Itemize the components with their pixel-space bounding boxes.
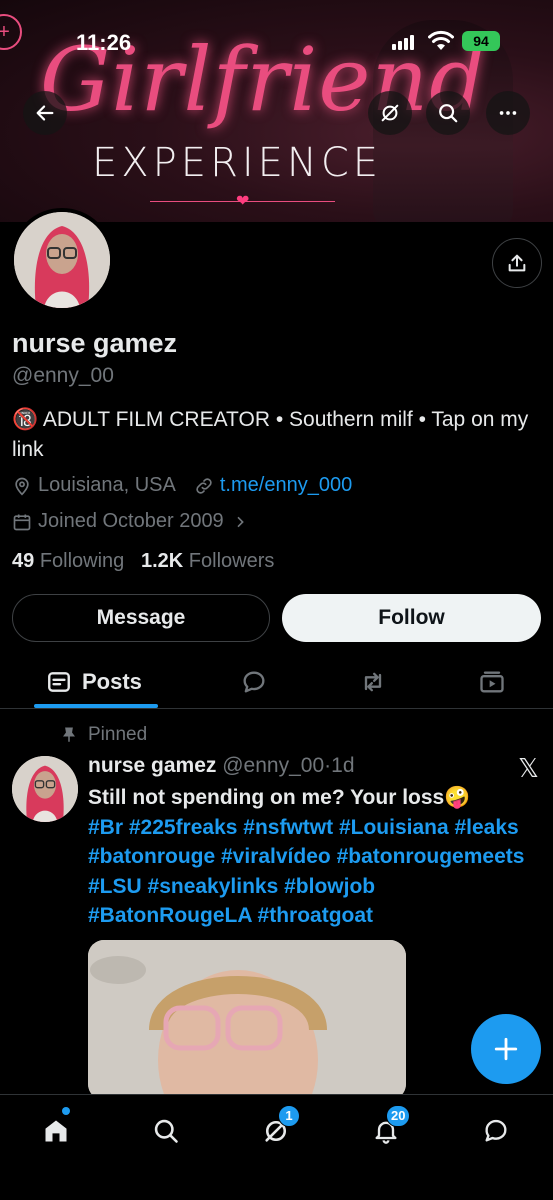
followers-link[interactable]: 1.2K Followers: [141, 550, 274, 572]
post-avatar[interactable]: [12, 756, 78, 822]
bottom-nav: 1 20: [0, 1094, 553, 1200]
more-icon: [499, 111, 517, 115]
profile-meta-row: Louisiana, USA t.me/enny_000: [12, 474, 352, 497]
following-label: Following: [39, 550, 125, 572]
grok-badge: 1: [278, 1105, 300, 1127]
share-icon: [508, 254, 526, 272]
calendar-icon: [13, 514, 31, 530]
more-button[interactable]: [486, 91, 530, 135]
grok-button[interactable]: [368, 91, 412, 135]
home-icon: [45, 1120, 67, 1142]
profile-stats: 49 Following 1.2K Followers: [12, 550, 274, 573]
search-icon: [154, 1119, 178, 1143]
battery-indicator: 94: [462, 31, 500, 51]
tab-posts[interactable]: Posts: [46, 660, 142, 704]
search-button[interactable]: [426, 91, 470, 135]
following-link[interactable]: 49 Following: [12, 550, 124, 572]
nav-home[interactable]: [36, 1107, 76, 1151]
search-icon: [439, 104, 458, 123]
profile-joined-row[interactable]: Joined October 2009: [12, 510, 248, 533]
pinned-text: Pinned: [88, 724, 148, 745]
posts-icon: [48, 672, 70, 692]
tab-reposts[interactable]: [358, 660, 388, 704]
profile-location: Louisiana, USA: [38, 474, 176, 496]
message-button[interactable]: Message: [12, 594, 270, 642]
replies-icon: [243, 671, 265, 693]
back-icon: [36, 105, 54, 121]
following-count: 49: [12, 550, 35, 572]
follow-button[interactable]: Follow: [282, 594, 541, 642]
nav-search[interactable]: [146, 1111, 186, 1151]
avatar[interactable]: [10, 208, 114, 312]
post-avatar-image: [12, 756, 78, 822]
home-notification-dot: [62, 1107, 70, 1115]
bio-text: ADULT FILM CREATOR • Southern milf • Tap…: [12, 408, 529, 461]
followers-label: Followers: [188, 550, 275, 572]
tab-replies[interactable]: [240, 660, 268, 704]
post-author-handle[interactable]: @enny_00: [222, 754, 324, 777]
notifications-badge: 20: [386, 1105, 411, 1127]
pin-icon: [63, 727, 75, 742]
profile-tabs: Posts: [0, 660, 553, 708]
profile-joined: Joined October 2009: [38, 510, 224, 532]
post-media-image: [88, 940, 406, 1100]
followers-count: 1.2K: [140, 550, 184, 572]
avatar-image: [14, 212, 110, 308]
share-button[interactable]: [492, 238, 542, 288]
link-icon: [196, 477, 212, 494]
profile-link[interactable]: t.me/enny_000: [220, 474, 352, 497]
nav-grok[interactable]: 1: [256, 1105, 300, 1151]
nav-notifications[interactable]: 20: [366, 1105, 411, 1151]
signal-icon: [392, 34, 414, 50]
status-bar: 11:26 94: [0, 22, 553, 62]
post-header: nurse gamez @enny_00·1d: [88, 754, 355, 778]
plus-icon: [494, 1037, 518, 1061]
profile-handle: @enny_00: [12, 364, 114, 387]
post-body: Still not spending on me? Your loss🤪 #Br…: [88, 783, 528, 931]
grok-icon: [381, 104, 399, 122]
post-hashtags[interactable]: #Br #225freaks #nsfwtwt #Louisiana #leak…: [88, 816, 524, 928]
post-text: Still not spending on me? Your loss🤪: [88, 786, 471, 809]
messages-icon: [485, 1119, 507, 1142]
banner-subtitle: EXPERIENCE: [92, 140, 383, 186]
pinned-label: Pinned: [60, 724, 147, 746]
repost-icon: [364, 672, 382, 692]
chevron-right-icon: [237, 516, 244, 527]
status-time: 11:26: [76, 30, 132, 55]
back-button[interactable]: [23, 91, 67, 135]
tabs-divider: [0, 708, 553, 709]
compose-button[interactable]: [471, 1014, 541, 1084]
post-media[interactable]: [88, 940, 406, 1100]
heart-icon: ❤: [236, 193, 250, 210]
bio-emoji: 🔞: [12, 408, 39, 431]
nav-messages[interactable]: [476, 1111, 516, 1151]
tab-posts-label: Posts: [82, 669, 142, 694]
x-logo-icon[interactable]: 𝕏: [518, 754, 539, 784]
wifi-icon: [428, 30, 454, 50]
media-icon: [480, 671, 504, 693]
profile-bio: 🔞 ADULT FILM CREATOR • Southern milf • T…: [12, 405, 532, 465]
post-author-name[interactable]: nurse gamez: [88, 754, 216, 777]
profile-name: nurse gamez: [12, 328, 178, 358]
location-icon: [15, 477, 29, 496]
tab-media[interactable]: [478, 660, 506, 704]
post-time: 1d: [331, 754, 355, 777]
